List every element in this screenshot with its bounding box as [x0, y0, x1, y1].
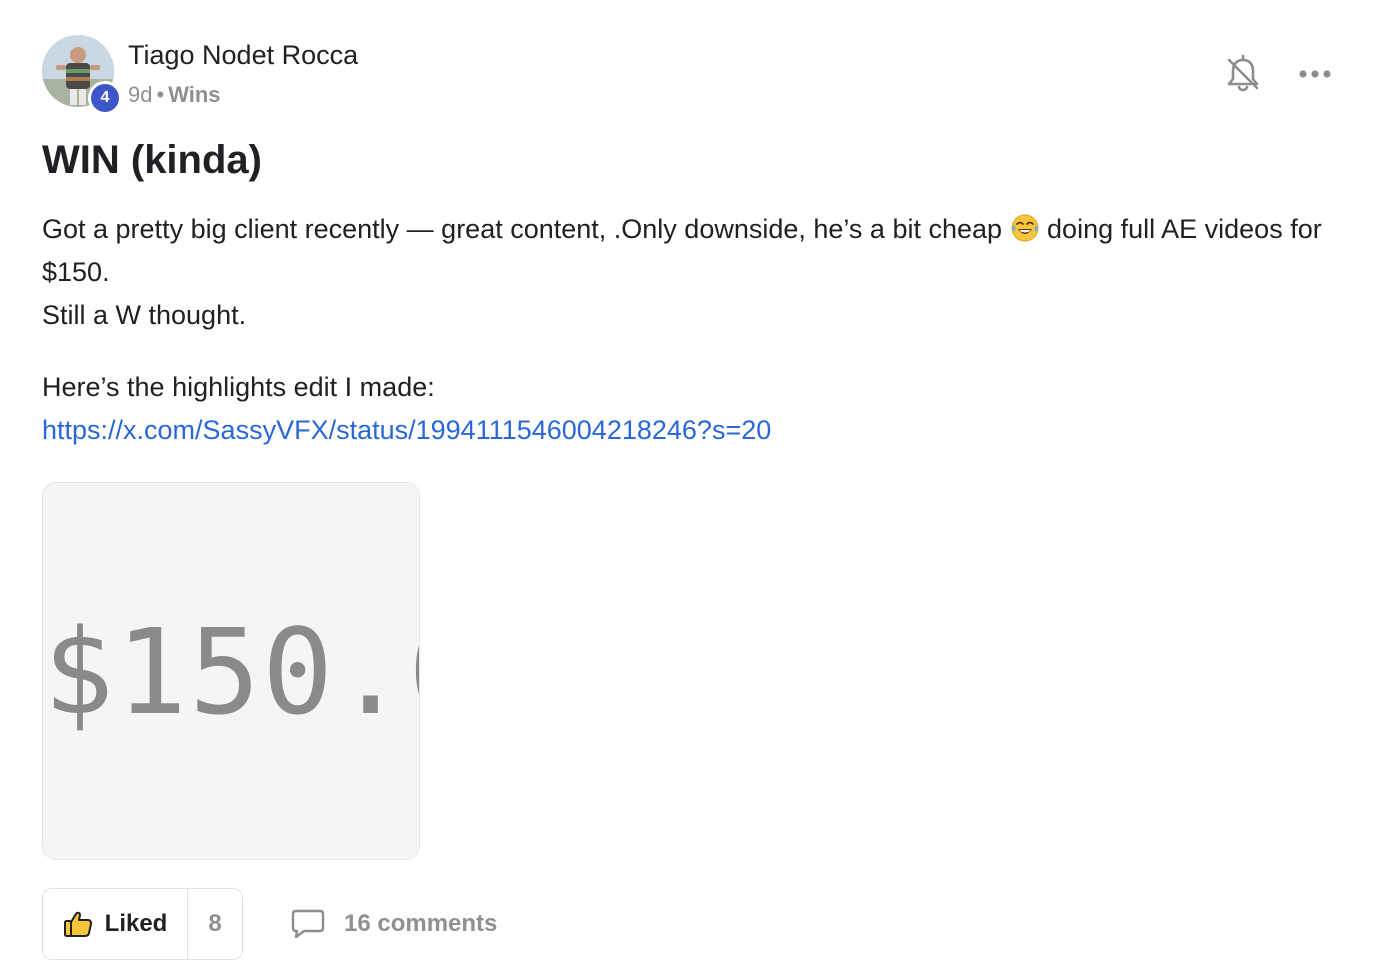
- post-content: Got a pretty big client recently — great…: [42, 208, 1362, 452]
- comments-button[interactable]: 16 comments: [290, 904, 497, 944]
- like-label: Liked: [104, 910, 168, 937]
- bell-off-icon: [1227, 54, 1259, 92]
- post-link[interactable]: https://x.com/SassyVFX/status/1994111546…: [42, 415, 771, 445]
- link-preview-image[interactable]: $150.0: [42, 482, 420, 860]
- content-line-1a: Got a pretty big client recently — great…: [42, 214, 1010, 244]
- tears-of-joy-emoji: [1010, 213, 1040, 243]
- author-avatar-wrapper[interactable]: 4: [42, 35, 122, 115]
- more-horizontal-icon: [1299, 70, 1331, 78]
- post-time: 9d: [128, 82, 153, 107]
- more-options-button[interactable]: [1296, 62, 1334, 86]
- content-line-2: Still a W thought.: [42, 300, 247, 330]
- post-card: 4 Tiago Nodet Rocca 9d • Wins WIN (kinda) …: [0, 0, 1392, 976]
- author-name[interactable]: Tiago Nodet Rocca: [128, 40, 358, 71]
- preview-image-text: $150.0: [43, 603, 419, 741]
- post-meta: 9d • Wins: [128, 82, 221, 108]
- comment-icon: [291, 909, 325, 939]
- post-paragraph-1: Got a pretty big client recently — great…: [42, 208, 1362, 294]
- bell-off-button[interactable]: [1224, 54, 1262, 94]
- level-badge: 4: [88, 81, 122, 115]
- thumbs-up-icon: [63, 911, 92, 937]
- like-button-group: Liked 8: [42, 888, 243, 960]
- meta-separator: •: [156, 82, 165, 107]
- post-link-row: https://x.com/SassyVFX/status/1994111546…: [42, 409, 1362, 452]
- content-line-3: Here’s the highlights edit I made:: [42, 372, 435, 402]
- comments-label: 16 comments: [344, 910, 498, 937]
- like-button[interactable]: Liked: [43, 889, 188, 959]
- like-count[interactable]: 8: [188, 889, 242, 959]
- post-title: WIN (kinda): [42, 138, 262, 182]
- post-category[interactable]: Wins: [168, 82, 220, 107]
